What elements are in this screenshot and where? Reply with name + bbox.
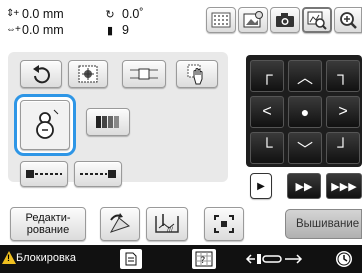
- embroider-button-label: Вышивание: [296, 218, 360, 230]
- play-icon: ▶: [257, 180, 265, 192]
- fast-forward-icon: ▶▶: [295, 180, 313, 193]
- scan-frame-button[interactable]: [302, 7, 332, 33]
- pattern-select-icon: [78, 65, 98, 83]
- color-bars-icon: [96, 116, 119, 128]
- frame-trace-icon: [214, 215, 234, 233]
- warning-icon: !: [2, 251, 16, 264]
- frame-trace-button[interactable]: [204, 207, 244, 241]
- rotation-angle-value: 0.0˚: [122, 7, 144, 21]
- stitch-end-icon: [80, 170, 116, 178]
- vertical-offset-value: 0.0 mm: [22, 7, 64, 21]
- zoom-icon: [340, 12, 357, 29]
- rotate-button[interactable]: [20, 60, 62, 88]
- corner-down-right-icon: ┘: [337, 139, 349, 156]
- center-button[interactable]: ●: [288, 96, 322, 128]
- zoom-button[interactable]: [334, 7, 362, 33]
- edit-button-label: Редакти- рование: [25, 212, 71, 236]
- stitch-layout-button[interactable]: ///: [146, 207, 188, 241]
- rotation-icon: ↻: [105, 8, 115, 21]
- chevron-right-icon: >: [338, 103, 348, 120]
- image-settings-button[interactable]: [238, 7, 268, 33]
- thread-count-value: 9: [122, 23, 129, 37]
- corner-up-left-icon: ┌: [261, 67, 273, 84]
- rotate-icon: [33, 65, 50, 84]
- lock-label[interactable]: Блокировка: [16, 252, 76, 264]
- move-down-button[interactable]: ﹀: [288, 132, 322, 164]
- footer-bar: ! Блокировка ?: [0, 245, 362, 273]
- speed-slow-button[interactable]: ▶: [250, 173, 272, 199]
- settings-button[interactable]: [334, 249, 354, 269]
- horizontal-offset-row: ⇔+ 0.0 mm ▮ 9: [6, 22, 129, 38]
- embroider-button[interactable]: Вышивание: [285, 209, 362, 239]
- pattern-rotate-button[interactable]: [100, 207, 140, 241]
- vertical-arrows-icon: ⇕+: [6, 8, 19, 19]
- align-icon: [130, 68, 158, 80]
- color-bars-button[interactable]: [86, 108, 130, 136]
- pattern-select-button[interactable]: [68, 60, 108, 88]
- scan-frame-icon: [307, 11, 327, 30]
- move-up-right-button[interactable]: ┐: [326, 60, 360, 92]
- help-grid-icon: ?: [195, 251, 213, 267]
- camera-button[interactable]: [270, 7, 300, 33]
- svg-text:?: ?: [201, 256, 206, 266]
- stitch-start-icon: [26, 170, 62, 178]
- chevron-up-icon: ︿: [296, 70, 313, 87]
- fastest-forward-icon: ▶▶▶: [331, 180, 357, 193]
- horizontal-offset-value: 0.0 mm: [22, 23, 64, 37]
- svg-text:///: ///: [167, 226, 174, 233]
- thread-spool-button[interactable]: [20, 100, 70, 150]
- camera-icon: [276, 13, 294, 27]
- move-right-button[interactable]: >: [326, 96, 360, 128]
- center-dot-icon: ●: [300, 104, 310, 120]
- hand-move-button[interactable]: [176, 60, 218, 88]
- speed-fast-button[interactable]: ▶▶▶: [326, 173, 362, 199]
- thread-spool-icon: [36, 109, 59, 139]
- move-up-left-button[interactable]: ┌: [250, 60, 284, 92]
- move-down-right-button[interactable]: ┘: [326, 132, 360, 164]
- chevron-left-icon: <: [262, 103, 272, 120]
- speed-medium-button[interactable]: ▶▶: [287, 173, 321, 199]
- corner-up-right-icon: ┐: [337, 67, 349, 84]
- clock-icon: [336, 251, 352, 267]
- chevron-down-icon: ﹀: [296, 142, 313, 159]
- stitch-end-button[interactable]: [74, 161, 122, 187]
- document-button[interactable]: [120, 249, 142, 269]
- bobbin-winding-icon[interactable]: [244, 251, 304, 267]
- move-up-button[interactable]: ︿: [288, 60, 322, 92]
- image-settings-icon: [243, 11, 263, 28]
- move-left-button[interactable]: <: [250, 96, 284, 128]
- thread-spool-small-icon: ▮: [106, 24, 114, 37]
- pattern-grid-icon: [211, 12, 231, 28]
- needle-frame-icon: ///: [155, 214, 179, 233]
- document-icon: [125, 252, 137, 266]
- hand-move-icon: [187, 64, 203, 85]
- help-button[interactable]: ?: [192, 249, 216, 269]
- pattern-grid-button[interactable]: [206, 7, 236, 33]
- corner-down-left-icon: └: [261, 139, 273, 156]
- fabric-rotate-icon: [109, 213, 131, 233]
- horizontal-arrows-icon: ⇔+: [6, 24, 21, 35]
- stitch-start-button[interactable]: [20, 161, 68, 187]
- align-button[interactable]: [122, 60, 166, 88]
- move-down-left-button[interactable]: └: [250, 132, 284, 164]
- edit-button[interactable]: Редакти- рование: [10, 207, 86, 241]
- vertical-offset-row: ⇕+ 0.0 mm ↻ 0.0˚: [6, 6, 144, 22]
